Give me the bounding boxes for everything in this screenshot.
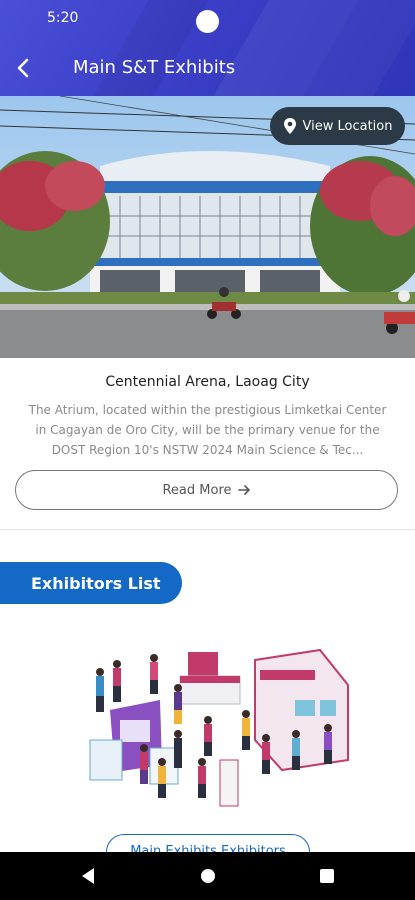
venue-description: The Atrium, located within the prestigio…	[28, 403, 387, 457]
nav-back-icon[interactable]	[79, 866, 97, 886]
nav-recents-icon[interactable]	[318, 866, 336, 886]
section-divider	[0, 529, 415, 530]
view-location-label: View Location	[302, 118, 393, 134]
camera-cutout	[196, 10, 219, 33]
view-location-button[interactable]: View Location	[270, 107, 405, 145]
back-arrow-icon[interactable]	[12, 56, 36, 80]
app-header: 5:20 Main S&T Exhibits	[0, 0, 415, 96]
venue-name: Centennial Arena, Laoag City	[105, 374, 310, 390]
location-pin-icon	[283, 118, 296, 134]
read-more-button[interactable]: Read More	[15, 470, 398, 510]
read-more-label: Read More	[162, 482, 232, 498]
system-nav-bar	[0, 852, 415, 900]
status-time: 5:20	[47, 10, 79, 26]
nav-home-icon[interactable]	[199, 866, 217, 886]
arrow-right-icon	[237, 485, 250, 495]
page-title: Main S&T Exhibits	[73, 57, 236, 78]
exhibitors-list-tab[interactable]: Exhibitors List	[0, 562, 182, 604]
exhibition-illustration	[89, 648, 349, 807]
